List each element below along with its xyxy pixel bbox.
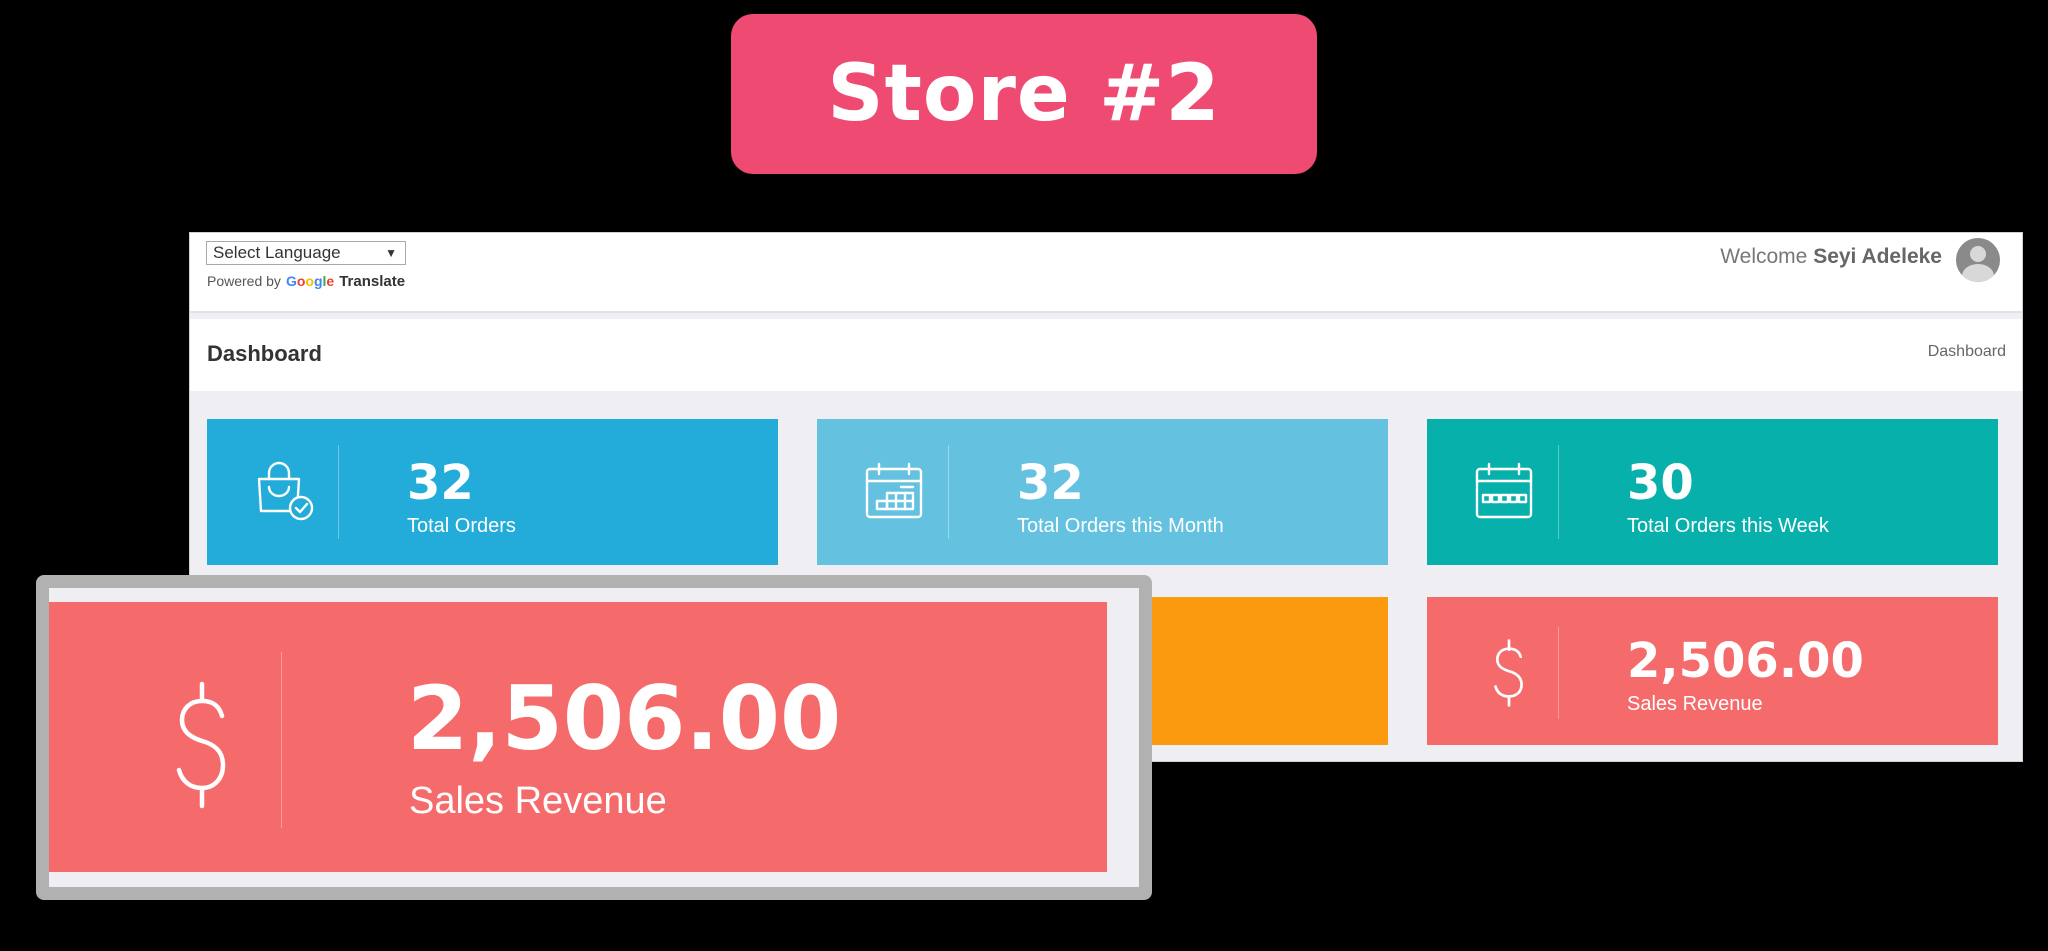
page-title: Dashboard <box>207 341 322 366</box>
total-orders-month-label: Total Orders this Month <box>1017 515 1224 537</box>
card-divider <box>1558 627 1559 719</box>
total-orders-value: 32 <box>407 455 474 511</box>
calendar-month-icon <box>865 462 923 519</box>
dropdown-arrow-icon: ▼ <box>385 246 397 260</box>
user-name[interactable]: Seyi Adeleke <box>1813 245 1942 268</box>
zoomed-sales-revenue-callout: 2,506.00 Sales Revenue <box>36 575 1152 900</box>
language-select[interactable]: Select Language ▼ <box>206 241 406 265</box>
welcome-message: Welcome Seyi Adeleke <box>1720 245 1942 269</box>
avatar[interactable] <box>1956 238 2000 282</box>
total-orders-month-value: 32 <box>1017 455 1084 511</box>
zoomed-sales-revenue-label: Sales Revenue <box>409 780 667 822</box>
sales-revenue-card[interactable]: 2,506.00 Sales Revenue <box>1427 597 1998 745</box>
total-orders-label: Total Orders <box>407 515 516 537</box>
shopping-bag-check-icon <box>257 461 314 521</box>
google-logo: Google <box>285 273 335 289</box>
card-divider <box>948 445 949 539</box>
card-divider <box>1558 445 1559 539</box>
welcome-prefix: Welcome <box>1720 245 1808 268</box>
zoomed-sales-revenue-card[interactable]: 2,506.00 Sales Revenue <box>49 602 1107 872</box>
store-title-badge: Store #2 <box>731 14 1317 174</box>
total-orders-month-card[interactable]: 32 Total Orders this Month <box>817 419 1388 565</box>
zoomed-sales-revenue-value: 2,506.00 <box>407 667 842 770</box>
sales-revenue-value: 2,506.00 <box>1627 633 1864 689</box>
dollar-icon <box>176 681 226 809</box>
total-orders-week-value: 30 <box>1627 455 1694 511</box>
calendar-week-icon <box>1475 462 1533 519</box>
total-orders-card[interactable]: 32 Total Orders <box>207 419 778 565</box>
powered-by-text: Powered by <box>207 273 281 289</box>
total-orders-week-label: Total Orders this Week <box>1627 515 1829 537</box>
store-title: Store #2 <box>827 49 1221 139</box>
language-select-value: Select Language <box>213 243 341 262</box>
total-orders-week-card[interactable]: 30 Total Orders this Week <box>1427 419 1998 565</box>
card-divider <box>338 445 339 539</box>
breadcrumb[interactable]: Dashboard <box>1928 343 2006 361</box>
card-divider <box>281 652 282 828</box>
page-header: Dashboard Dashboard <box>190 319 2022 391</box>
top-bar: Select Language ▼ Powered by Google Tran… <box>190 233 2022 313</box>
dollar-icon <box>1494 639 1523 707</box>
translate-text: Translate <box>339 273 406 290</box>
sales-revenue-label: Sales Revenue <box>1627 693 1763 715</box>
powered-by-google-translate[interactable]: Powered by Google Translate <box>207 273 405 290</box>
